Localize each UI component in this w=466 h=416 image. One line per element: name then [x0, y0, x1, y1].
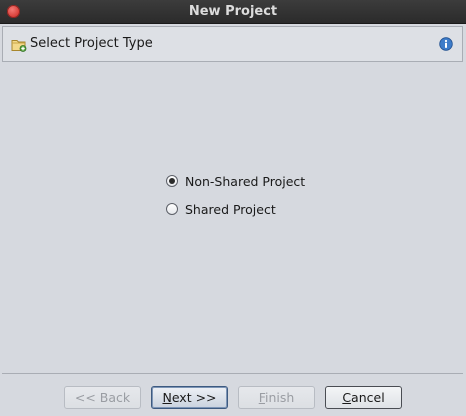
next-button[interactable]: Next >> [151, 386, 228, 409]
radio-non-shared-project[interactable]: Non-Shared Project [166, 172, 305, 190]
back-button[interactable]: << Back [64, 386, 141, 409]
radio-button-checked[interactable] [166, 175, 178, 187]
radio-shared-project[interactable]: Shared Project [166, 200, 276, 218]
cancel-mnemonic: C [342, 390, 352, 405]
radio-label-non-shared: Non-Shared Project [185, 173, 306, 189]
cancel-button[interactable]: Cancel [325, 386, 402, 409]
next-button-label: ext >> [171, 390, 217, 405]
radio-label-shared: Shared Project [185, 201, 276, 217]
folder-new-icon [11, 40, 27, 52]
finish-button-label: inish [264, 390, 295, 405]
finish-button[interactable]: Finish [238, 386, 315, 409]
wizard-content: Non-Shared Project Shared Project [2, 64, 463, 374]
cancel-button-label: ancel [351, 390, 385, 405]
radio-button-unchecked[interactable] [166, 203, 178, 215]
info-icon[interactable] [439, 37, 453, 51]
wizard-step-title: Select Project Type [30, 36, 153, 51]
button-bar: << Back Next >> Finish Cancel [0, 375, 466, 416]
new-project-dialog: New Project Select Project Type Non-Shar… [0, 0, 466, 416]
next-mnemonic: N [162, 390, 172, 405]
back-button-label: << Back [74, 390, 131, 405]
title-bar[interactable]: New Project [0, 0, 466, 24]
window-title: New Project [188, 4, 278, 19]
wizard-header: Select Project Type [2, 26, 463, 62]
